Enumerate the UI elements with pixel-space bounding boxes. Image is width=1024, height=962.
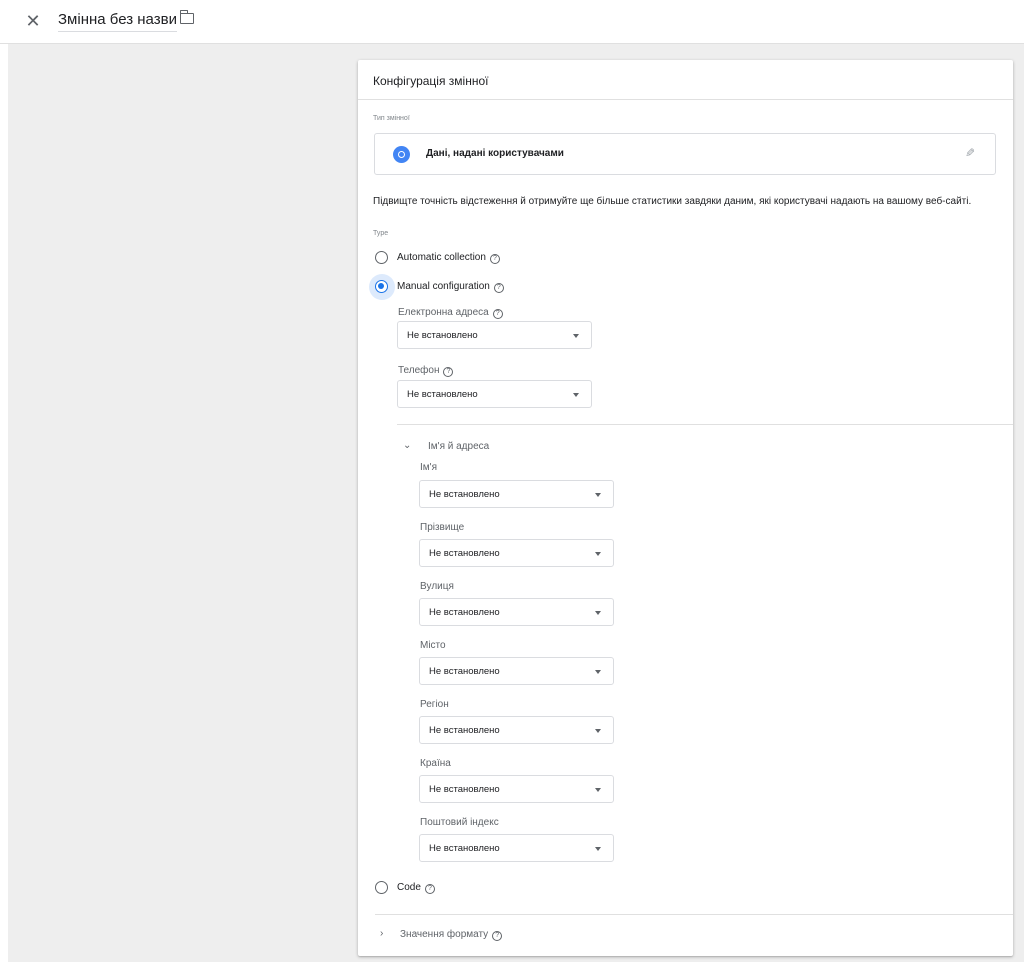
last-name-label: Прізвище (420, 522, 465, 533)
region-label: Регіон (420, 699, 449, 710)
dropdown-arrow-icon (573, 393, 579, 397)
card-header: Конфігурація змінної (358, 60, 1013, 100)
help-icon[interactable]: ? (489, 254, 500, 264)
email-select-value: Не встановлено (407, 330, 478, 341)
variable-title[interactable]: Змінна без назви (58, 11, 177, 32)
user-data-icon (393, 146, 410, 163)
name-address-label: Ім'я й адреса (428, 441, 490, 452)
street-select[interactable]: Не встановлено (419, 598, 614, 626)
postal-code-value: Не встановлено (429, 843, 500, 854)
help-icon[interactable]: ? (492, 309, 503, 319)
variable-type-name: Дані, надані користувачами (426, 148, 564, 159)
variable-type-label: Тип змінної (373, 115, 410, 122)
dropdown-arrow-icon (595, 670, 601, 674)
street-value: Не встановлено (429, 607, 500, 618)
help-icon[interactable]: ? (493, 283, 504, 293)
divider (397, 424, 1013, 425)
dropdown-arrow-icon (595, 493, 601, 497)
street-label: Вулиця (420, 581, 454, 592)
format-values-label: Значення формату (400, 929, 489, 940)
edit-pencil-icon[interactable]: ✎ (965, 146, 975, 160)
dropdown-arrow-icon (595, 552, 601, 556)
postal-code-select[interactable]: Не встановлено (419, 834, 614, 862)
chevron-down-icon: ⌄ (403, 440, 412, 451)
help-icon[interactable]: ? (443, 367, 454, 377)
first-name-select[interactable]: Не встановлено (419, 480, 614, 508)
last-name-select[interactable]: Не встановлено (419, 539, 614, 567)
dropdown-arrow-icon (595, 611, 601, 615)
country-value: Не встановлено (429, 784, 500, 795)
description-text: Підвищте точність відстеження й отримуйт… (373, 196, 972, 207)
radio-manual-label: Manual configuration (397, 281, 490, 292)
help-icon[interactable]: ? (424, 884, 435, 894)
dropdown-arrow-icon (595, 847, 601, 851)
first-name-label: Ім'я (420, 462, 437, 473)
email-label-text: Електронна адреса (398, 307, 489, 318)
chevron-right-icon: › (380, 928, 384, 939)
dropdown-arrow-icon (595, 729, 601, 733)
dropdown-arrow-icon (573, 334, 579, 338)
postal-code-label: Поштовий індекс (420, 817, 499, 828)
country-select[interactable]: Не встановлено (419, 775, 614, 803)
region-select[interactable]: Не встановлено (419, 716, 614, 744)
variable-configuration-card: Конфігурація змінної Тип змінної Дані, н… (358, 60, 1013, 956)
radio-button[interactable] (375, 881, 388, 894)
radio-code-label: Code (397, 882, 421, 893)
format-values-toggle[interactable]: › Значення формату? (380, 928, 600, 942)
region-value: Не встановлено (429, 725, 500, 736)
phone-select-value: Не встановлено (407, 389, 478, 400)
phone-label-text: Телефон (398, 365, 440, 376)
radio-button[interactable] (375, 251, 388, 264)
name-address-toggle[interactable]: ⌄ Ім'я й адреса (403, 440, 603, 454)
radio-automatic-label: Automatic collection (397, 252, 486, 263)
country-label: Країна (420, 758, 451, 769)
close-icon[interactable]: ✕ (22, 10, 44, 32)
phone-field-label: Телефон? (398, 365, 454, 377)
last-name-value: Не встановлено (429, 548, 500, 559)
phone-select[interactable]: Не встановлено (397, 380, 592, 408)
divider (375, 914, 1013, 915)
help-icon[interactable]: ? (492, 931, 503, 941)
city-select[interactable]: Не встановлено (419, 657, 614, 685)
type-caption: Type (373, 230, 389, 237)
radio-button-checked[interactable] (375, 280, 388, 293)
dropdown-arrow-icon (595, 788, 601, 792)
top-bar: ✕ Змінна без назви (0, 0, 1024, 44)
city-value: Не встановлено (429, 666, 500, 677)
variable-type-selector[interactable]: Дані, надані користувачами ✎ (374, 133, 996, 175)
card-title: Конфігурація змінної (373, 74, 489, 88)
email-field-label: Електронна адреса? (398, 307, 503, 319)
folder-icon[interactable] (179, 10, 194, 24)
first-name-value: Не встановлено (429, 489, 500, 500)
email-select[interactable]: Не встановлено (397, 321, 592, 349)
city-label: Місто (420, 640, 446, 651)
